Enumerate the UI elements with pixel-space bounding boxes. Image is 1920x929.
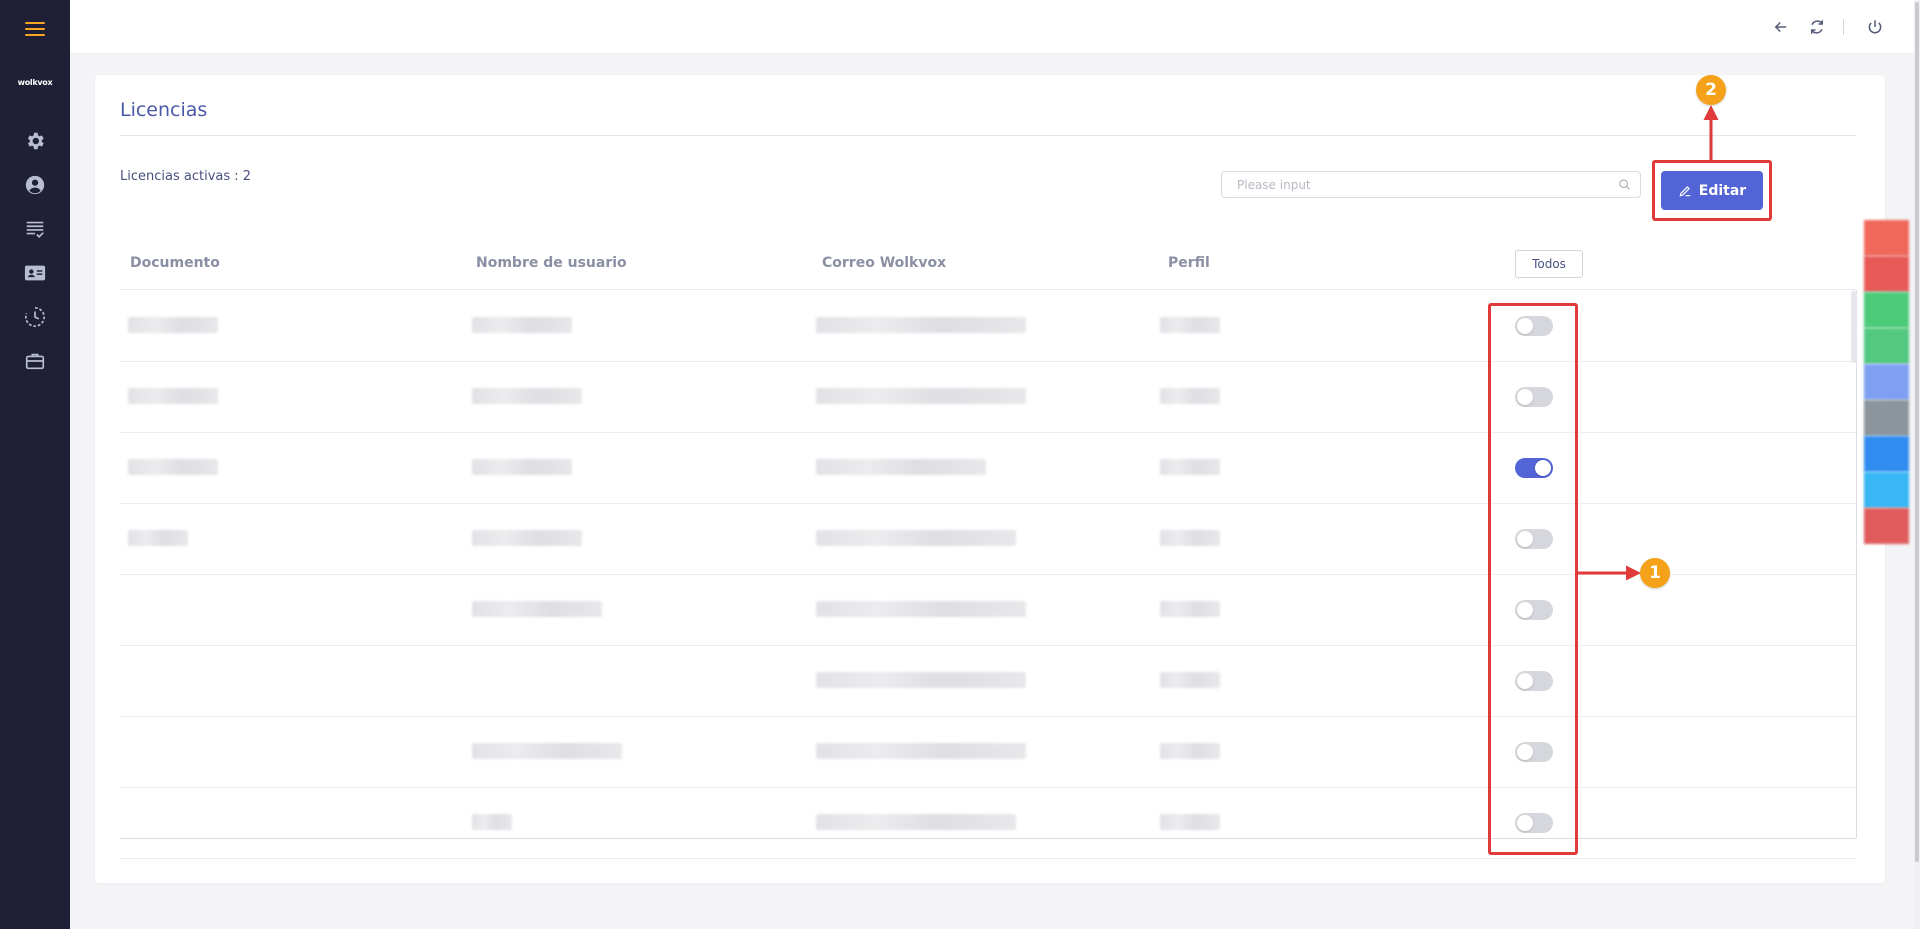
table-scrollbar[interactable]	[1851, 291, 1857, 363]
blurred-value	[816, 814, 1016, 830]
search-input[interactable]	[1222, 172, 1602, 197]
right-edge-panel	[1864, 220, 1909, 544]
page-title: Licencias	[120, 99, 208, 121]
clock-icon[interactable]	[24, 306, 46, 328]
redacted-cell	[472, 530, 582, 546]
redacted-cell	[128, 530, 188, 546]
search-icon[interactable]	[1618, 178, 1631, 191]
redacted-cell	[816, 530, 1016, 546]
table-right-border	[1856, 290, 1857, 838]
redacted-cell	[1160, 814, 1220, 830]
table-row	[120, 575, 1856, 646]
user-circle-icon[interactable]	[24, 174, 46, 196]
table-row	[120, 433, 1856, 504]
redacted-cell	[816, 601, 1026, 617]
table-header-divider	[120, 289, 1856, 290]
redacted-cell	[1160, 601, 1220, 617]
redacted-cell	[1160, 530, 1220, 546]
redacted-cell	[472, 601, 602, 617]
licenses-card: Licencias Licencias activas : 2 Editar D…	[95, 75, 1885, 883]
blurred-value	[472, 388, 582, 404]
blurred-value	[472, 459, 572, 475]
blurred-value	[816, 672, 1026, 688]
redacted-cell	[472, 317, 572, 333]
table-row	[120, 646, 1856, 717]
redacted-cell	[128, 459, 218, 475]
active-licenses-count: Licencias activas : 2	[120, 169, 252, 184]
top-bar	[70, 0, 1914, 54]
annotation-box-toggles	[1488, 303, 1578, 855]
column-header-documento: Documento	[130, 255, 220, 271]
toggle-all-button[interactable]: Todos	[1515, 250, 1583, 278]
blurred-value	[128, 388, 218, 404]
table-row	[120, 717, 1856, 788]
redacted-cell	[128, 317, 218, 333]
blurred-value	[816, 388, 1026, 404]
topbar-separator	[1843, 19, 1844, 35]
redacted-cell	[1160, 317, 1220, 333]
redacted-cell	[472, 388, 582, 404]
gear-icon[interactable]	[24, 130, 46, 152]
column-header-perfil: Perfil	[1168, 255, 1210, 271]
redacted-cell	[472, 814, 512, 830]
blurred-value	[128, 317, 218, 333]
window-scrollbar[interactable]	[1914, 0, 1920, 929]
blurred-value	[816, 459, 986, 475]
column-header-correo: Correo Wolkvox	[822, 255, 947, 271]
hamburger-menu-icon[interactable]	[25, 22, 45, 38]
blurred-value	[1160, 459, 1220, 475]
blurred-value	[128, 530, 188, 546]
blurred-value	[1160, 672, 1220, 688]
redacted-cell	[472, 743, 622, 759]
annotation-badge-1: 1	[1640, 558, 1670, 588]
blurred-value	[1160, 814, 1220, 830]
redacted-cell	[816, 388, 1026, 404]
redacted-cell	[1160, 743, 1220, 759]
blurred-value	[1160, 743, 1220, 759]
search-box	[1221, 171, 1641, 198]
redacted-cell	[1160, 459, 1220, 475]
blurred-value	[472, 743, 622, 759]
redacted-cell	[816, 814, 1016, 830]
blurred-value	[816, 743, 1026, 759]
annotation-badge-2: 2	[1696, 75, 1726, 105]
blurred-value	[1160, 317, 1220, 333]
redacted-cell	[128, 388, 218, 404]
row-divider	[120, 858, 1856, 859]
annotation-box-edit	[1652, 160, 1772, 221]
column-header-nombre-usuario: Nombre de usuario	[476, 255, 627, 271]
table-row	[120, 504, 1856, 575]
table-row	[120, 788, 1856, 859]
refresh-icon[interactable]	[1808, 18, 1826, 36]
blurred-value	[1160, 601, 1220, 617]
redacted-cell	[1160, 672, 1220, 688]
blurred-value	[816, 601, 1026, 617]
power-icon[interactable]	[1866, 18, 1884, 36]
title-divider	[120, 135, 1856, 136]
id-card-icon[interactable]	[24, 262, 46, 284]
blurred-value	[472, 317, 572, 333]
blurred-value	[816, 530, 1016, 546]
blurred-value	[128, 459, 218, 475]
sidebar: wolkvox	[0, 0, 70, 929]
redacted-cell	[1160, 388, 1220, 404]
blurred-value	[472, 814, 512, 830]
redacted-cell	[816, 672, 1026, 688]
table-row	[120, 291, 1856, 362]
briefcase-icon[interactable]	[24, 350, 46, 372]
redacted-cell	[816, 743, 1026, 759]
wolkvox-logo: wolkvox	[17, 78, 53, 87]
redacted-cell	[816, 317, 1026, 333]
blurred-value	[1160, 388, 1220, 404]
blurred-value	[1160, 530, 1220, 546]
blurred-value	[816, 317, 1026, 333]
back-arrow-icon[interactable]	[1772, 18, 1790, 36]
blurred-value	[472, 530, 582, 546]
redacted-cell	[816, 459, 986, 475]
list-check-icon[interactable]	[24, 218, 46, 240]
redacted-cell	[472, 459, 572, 475]
table-bottom-border	[120, 838, 1856, 839]
table-row	[120, 362, 1856, 433]
blurred-value	[472, 601, 602, 617]
